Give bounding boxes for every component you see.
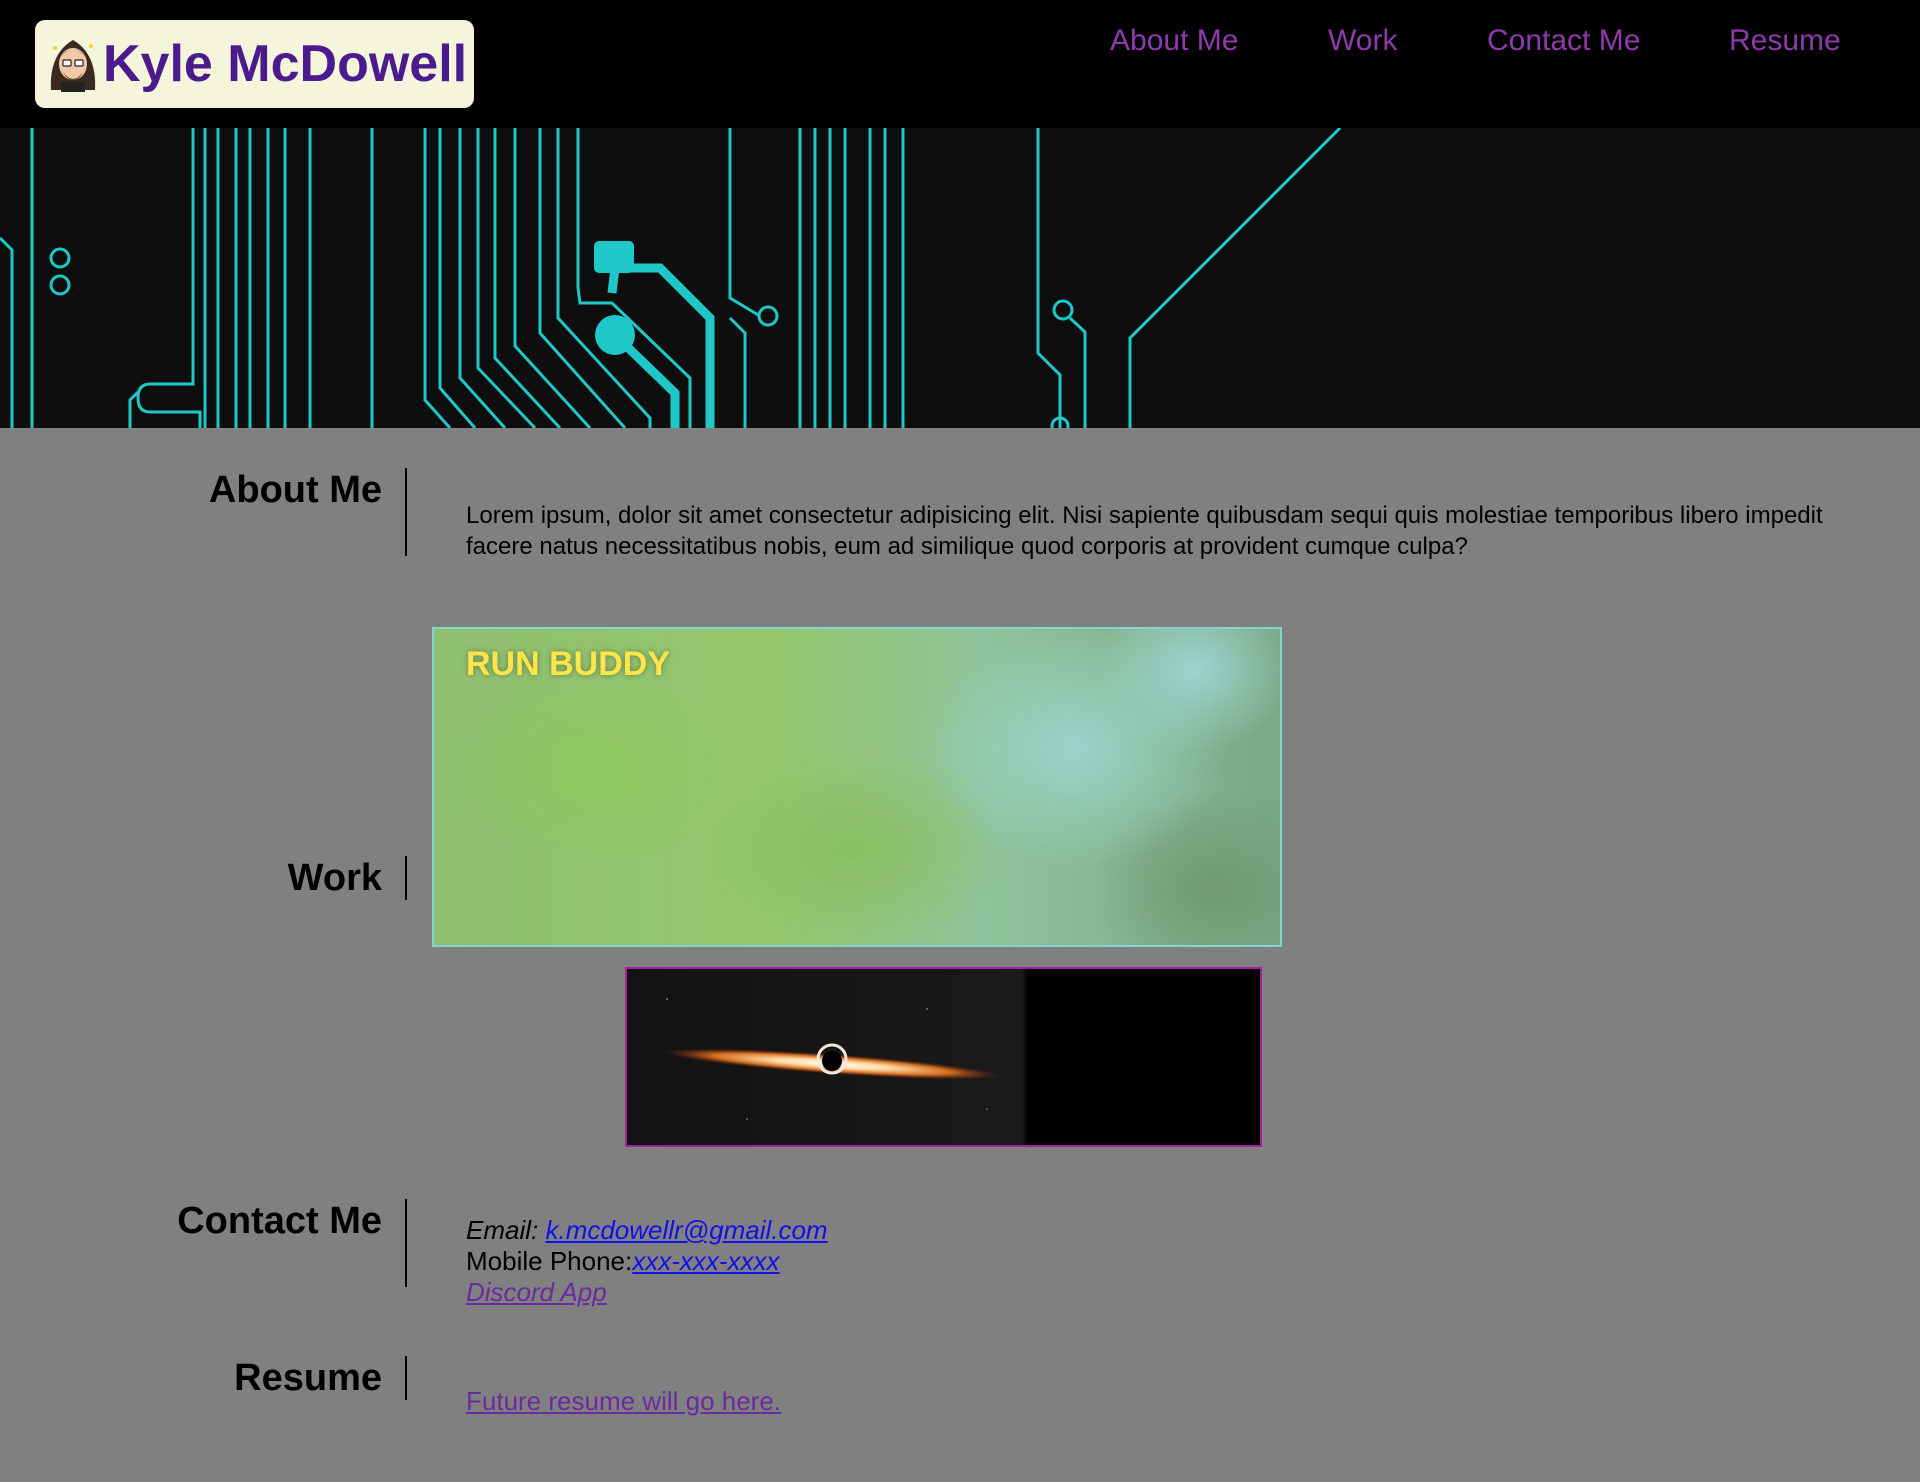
nav-contact-me[interactable]: Contact Me: [1487, 24, 1640, 58]
brand-name: Kyle McDowell: [103, 35, 468, 93]
nav-resume[interactable]: Resume: [1729, 24, 1841, 58]
nav-work[interactable]: Work: [1328, 24, 1397, 58]
contact-divider: [405, 1199, 407, 1287]
contact-info: Email: k.mcdowellr@gmail.com Mobile Phon…: [466, 1215, 828, 1308]
work-heading: Work: [287, 857, 382, 899]
project-card-run-buddy[interactable]: RUN BUDDY: [432, 627, 1282, 947]
project-card-space[interactable]: [625, 967, 1262, 1147]
phone-line: Mobile Phone:xxx-xxx-xxxx: [466, 1246, 780, 1276]
circuit-board-icon: [0, 128, 1342, 428]
work-divider: [405, 856, 407, 900]
resume-heading: Resume: [234, 1357, 382, 1399]
about-heading: About Me: [208, 469, 382, 511]
phone-link[interactable]: xxx-xxx-xxxx: [632, 1246, 779, 1276]
email-line: Email: k.mcdowellr@gmail.com: [466, 1215, 828, 1245]
discord-line: Discord App: [466, 1277, 828, 1308]
contact-heading: Contact Me: [177, 1200, 382, 1242]
brand-logo[interactable]: Kyle McDowell: [35, 20, 474, 108]
hero-banner: [0, 128, 1920, 428]
email-link[interactable]: k.mcdowellr@gmail.com: [545, 1215, 827, 1245]
resume-divider: [405, 1356, 407, 1400]
project-title: RUN BUDDY: [466, 645, 670, 683]
discord-link[interactable]: Discord App: [466, 1277, 607, 1307]
black-hole-image: [627, 969, 1260, 1145]
about-divider: [405, 468, 407, 556]
about-text: Lorem ipsum, dolor sit amet consectetur …: [466, 502, 1823, 560]
resume-link[interactable]: Future resume will go here.: [466, 1386, 781, 1417]
nav-about-me[interactable]: About Me: [1110, 24, 1238, 58]
site-header: Kyle McDowell About Me Work Contact Me R…: [0, 0, 1920, 128]
avatar-cartoon-icon: [50, 40, 96, 92]
